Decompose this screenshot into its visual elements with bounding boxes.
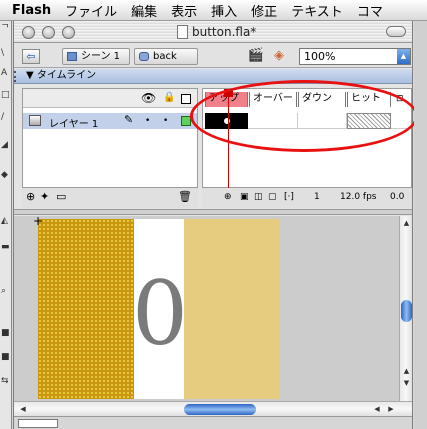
symbol-label: back bbox=[153, 51, 177, 62]
frame-rate: 12.0 fps bbox=[340, 192, 377, 202]
back-arrow-icon[interactable]: ⇦ bbox=[22, 49, 40, 64]
document-icon bbox=[177, 25, 188, 39]
trash-icon[interactable]: 🗑 bbox=[178, 191, 192, 203]
menu-text[interactable]: テキスト bbox=[291, 1, 343, 20]
vertical-scrollbar[interactable]: ▲ ▲ ▼ bbox=[399, 216, 412, 401]
timeline-panel-header[interactable]: ▼ タイムライン bbox=[14, 69, 412, 84]
line-tool-icon[interactable]: \ bbox=[1, 49, 4, 58]
gold-dotted-panel bbox=[38, 219, 134, 399]
fill-tool-icon[interactable]: ◆ bbox=[1, 171, 8, 180]
menu-bar: Flash ファイル 編集 表示 挿入 修正 テキスト コマ bbox=[0, 0, 427, 21]
add-motion-guide-icon[interactable]: ✦ bbox=[40, 191, 49, 203]
frames-toolbar: ⊕ ▣ ◫ ▢ [·] 1 12.0 fps 0.0 bbox=[202, 188, 412, 208]
close-icon[interactable] bbox=[22, 26, 35, 39]
scroll-right-icon[interactable]: ▶ bbox=[386, 404, 396, 414]
vertical-scroll-thumb[interactable] bbox=[401, 300, 412, 322]
stage[interactable]: 0 + bbox=[14, 216, 399, 401]
horizontal-scrollbar[interactable]: ◀ ◀ ▶ bbox=[14, 401, 412, 416]
lasso-tool-icon[interactable]: ᄀ bbox=[1, 25, 9, 34]
panel-grip-icon[interactable] bbox=[14, 71, 18, 82]
visibility-dot[interactable]: • bbox=[145, 116, 150, 126]
lock-icon[interactable]: 🔒 bbox=[163, 92, 175, 104]
window-title: button.fla* bbox=[192, 25, 257, 39]
edit-bar: ⇦ シーン 1 back 🎬 ◈ 100% ▲ bbox=[14, 44, 412, 68]
center-frame-icon[interactable]: ⊕ bbox=[224, 192, 232, 202]
onion-outline-icon[interactable]: ◫ bbox=[254, 192, 263, 202]
menu-control[interactable]: コマ bbox=[357, 1, 383, 20]
desktop-edge bbox=[414, 21, 427, 429]
layer-list: 👁 🔒 レイヤー 1 ✎ • • bbox=[22, 88, 198, 188]
horizontal-scroll-thumb[interactable] bbox=[184, 404, 256, 415]
text-tool-icon[interactable]: A bbox=[1, 69, 7, 78]
edit-multiple-icon[interactable]: ▢ bbox=[268, 192, 277, 202]
onion-markers-icon[interactable]: [·] bbox=[284, 192, 294, 202]
toolbar-toggle-icon[interactable] bbox=[386, 26, 406, 37]
status-bar bbox=[14, 416, 412, 429]
breadcrumb-symbol[interactable]: back bbox=[134, 48, 198, 65]
rectangle-tool-icon[interactable]: □ bbox=[1, 91, 10, 100]
eye-icon[interactable]: 👁 bbox=[141, 92, 156, 104]
layer-icon bbox=[29, 115, 41, 126]
zoom-select[interactable]: 100% ▲ bbox=[299, 48, 411, 65]
pen-tool-icon[interactable]: / bbox=[1, 113, 4, 122]
tools-panel: ᄀ \ A □ / ◢ ◆ ◭ ▬ ⌕ ■ ■ ⇆ bbox=[0, 21, 12, 429]
add-folder-icon[interactable]: ▭ bbox=[56, 191, 66, 203]
pencil-icon: ✎ bbox=[124, 113, 134, 126]
scroll-up-icon-lower[interactable]: ▲ bbox=[401, 366, 412, 376]
swap-colors-icon[interactable]: ⇆ bbox=[1, 377, 9, 386]
status-field bbox=[18, 419, 58, 428]
stroke-color-icon[interactable]: ■ bbox=[1, 329, 10, 338]
scroll-left-icon[interactable]: ◀ bbox=[18, 404, 28, 414]
edit-symbol-icon[interactable]: ◈ bbox=[270, 48, 288, 64]
scroll-up-icon[interactable]: ▲ bbox=[401, 218, 412, 228]
document-window: button.fla* ⇦ シーン 1 back 🎬 ◈ 100% ▲ ▼ タイ… bbox=[13, 21, 413, 429]
menu-edit[interactable]: 編集 bbox=[131, 1, 157, 20]
brush-tool-icon[interactable]: ◢ bbox=[1, 141, 8, 150]
breadcrumb-scene[interactable]: シーン 1 bbox=[62, 48, 130, 65]
panel-splitter[interactable] bbox=[14, 209, 412, 215]
zoom-tool-icon[interactable]: ⌕ bbox=[1, 287, 6, 296]
eyedropper-tool-icon[interactable]: ▬ bbox=[1, 243, 10, 252]
eraser-tool-icon[interactable]: ◭ bbox=[1, 217, 8, 226]
menu-view[interactable]: 表示 bbox=[171, 1, 197, 20]
timeline-title: ▼ タイムライン bbox=[26, 70, 97, 81]
fill-color-icon[interactable]: ■ bbox=[1, 353, 10, 362]
layer-toolbar: ⊕ ✦ ▭ 🗑 bbox=[22, 188, 198, 208]
highlight-ellipse bbox=[190, 80, 418, 152]
menu-modify[interactable]: 修正 bbox=[251, 1, 277, 20]
title-bar[interactable]: button.fla* bbox=[14, 21, 412, 43]
button-symbol-icon bbox=[139, 52, 149, 61]
current-frame: 1 bbox=[314, 192, 320, 202]
layer-row[interactable]: レイヤー 1 ✎ • • bbox=[23, 113, 197, 130]
minimize-icon[interactable] bbox=[42, 26, 55, 39]
scene-label: シーン 1 bbox=[81, 51, 121, 62]
layer-header: 👁 🔒 bbox=[23, 89, 197, 108]
layer-name[interactable]: レイヤー 1 bbox=[49, 115, 98, 130]
add-layer-icon[interactable]: ⊕ bbox=[26, 191, 35, 203]
edit-scene-icon[interactable]: 🎬 bbox=[247, 48, 265, 64]
zoom-window-icon[interactable] bbox=[62, 26, 75, 39]
menu-insert[interactable]: 挿入 bbox=[211, 1, 237, 20]
button-digit: 0 bbox=[132, 262, 188, 365]
beige-panel bbox=[184, 219, 279, 399]
scroll-down-icon[interactable]: ▼ bbox=[401, 378, 412, 388]
chevron-down-icon[interactable]: ▲ bbox=[397, 49, 410, 64]
elapsed-time: 0.0 bbox=[390, 192, 405, 202]
registration-point-icon: + bbox=[33, 216, 44, 228]
scene-icon bbox=[67, 52, 77, 61]
lock-dot[interactable]: • bbox=[163, 116, 168, 126]
menu-file[interactable]: ファイル bbox=[65, 1, 117, 20]
outline-icon[interactable] bbox=[181, 94, 191, 104]
zoom-value: 100% bbox=[304, 50, 336, 63]
scroll-left-icon-right[interactable]: ◀ bbox=[372, 404, 382, 414]
onion-skin-icon[interactable]: ▣ bbox=[240, 192, 249, 202]
menu-app-flash[interactable]: Flash bbox=[12, 3, 51, 18]
